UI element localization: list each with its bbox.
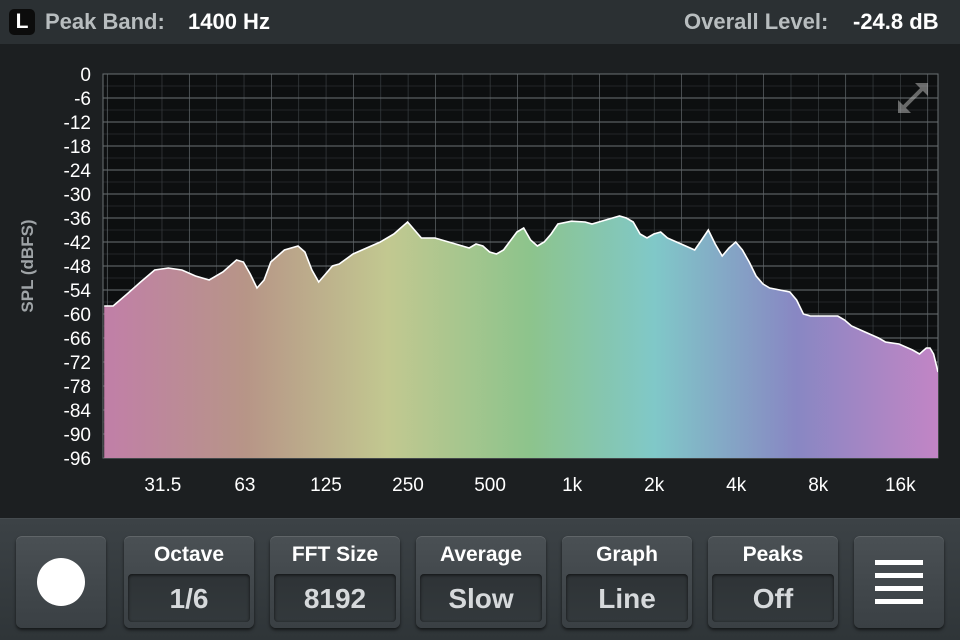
y-tick-label: -6 xyxy=(74,89,91,110)
fft-size-value: 8192 xyxy=(303,583,367,614)
x-tick-label: 8k xyxy=(808,475,829,496)
y-tick-label: -24 xyxy=(64,161,92,182)
y-tick-label: -66 xyxy=(64,329,91,350)
y-tick-label: -30 xyxy=(64,185,91,206)
menu-icon xyxy=(875,560,923,604)
control-bar: Octave 1/6 FFT Size 8192 Average Slow Gr… xyxy=(0,518,960,640)
average-value-box: Slow xyxy=(420,574,542,622)
overall-level-label: Overall Level: xyxy=(684,9,829,34)
average-button[interactable]: Average Slow xyxy=(416,536,546,628)
x-tick-label: 500 xyxy=(474,475,506,496)
octave-value: 1/6 xyxy=(169,583,209,614)
y-tick-label: -60 xyxy=(64,305,91,326)
y-axis-ticks: 0 -6 -12 -18 -24 -30 -36 -42 -48 -54 -60 -66 -72 -78 -… xyxy=(64,65,92,470)
peak-band-value: 1400 Hz xyxy=(188,9,270,34)
menu-button[interactable] xyxy=(854,536,944,628)
y-tick-label: -72 xyxy=(64,353,91,374)
x-tick-label: 125 xyxy=(310,475,342,496)
graph-button[interactable]: Graph Line xyxy=(562,536,692,628)
octave-button[interactable]: Octave 1/6 xyxy=(124,536,254,628)
graph-value-box: Line xyxy=(566,574,688,622)
peaks-label: Peaks xyxy=(742,543,804,566)
x-tick-label: 31.5 xyxy=(144,475,181,496)
y-tick-label: -96 xyxy=(64,449,91,470)
y-tick-label: -48 xyxy=(64,257,91,278)
peaks-value: Off xyxy=(752,583,794,614)
y-tick-label: -54 xyxy=(64,281,92,302)
overall-level-value: -24.8 dB xyxy=(853,9,939,34)
x-tick-label: 4k xyxy=(726,475,747,496)
y-tick-label: -42 xyxy=(64,233,91,254)
x-tick-label: 1k xyxy=(562,475,583,496)
y-axis-label: SPL (dBFS) xyxy=(18,219,37,312)
y-tick-label: -12 xyxy=(64,113,91,134)
header-bar: L Peak Band: 1400 Hz Overall Level: -24.… xyxy=(0,0,960,44)
graph-value: Line xyxy=(598,583,656,614)
x-tick-label: 16k xyxy=(885,475,916,496)
y-tick-label: 0 xyxy=(80,65,91,86)
fft-size-label: FFT Size xyxy=(291,543,379,566)
fft-size-button[interactable]: FFT Size 8192 xyxy=(270,536,400,628)
spectrum-panel[interactable]: 0 -6 -12 -18 -24 -30 -36 -42 -48 -54 -60 -66 -72 -78 -… xyxy=(0,44,960,518)
peaks-button[interactable]: Peaks Off xyxy=(708,536,838,628)
octave-value-box: 1/6 xyxy=(128,574,250,622)
record-icon xyxy=(37,558,85,606)
peaks-value-box: Off xyxy=(712,574,834,622)
y-tick-label: -18 xyxy=(64,137,91,158)
graph-label: Graph xyxy=(596,543,658,566)
y-tick-label: -36 xyxy=(64,209,91,230)
spectrum-chart[interactable]: 0 -6 -12 -18 -24 -30 -36 -42 -48 -54 -60 -66 -72 -78 -… xyxy=(0,44,960,518)
x-axis-ticks: 31.5 63 125 250 500 1k 2k 4k 8k 16k xyxy=(144,475,916,496)
fft-size-value-box: 8192 xyxy=(274,574,396,622)
y-tick-label: -84 xyxy=(64,401,92,422)
average-value: Slow xyxy=(448,583,514,614)
average-label: Average xyxy=(439,543,523,566)
x-tick-label: 250 xyxy=(392,475,424,496)
octave-label: Octave xyxy=(153,543,225,566)
y-tick-label: -90 xyxy=(64,425,91,446)
x-tick-label: 2k xyxy=(644,475,665,496)
channel-indicator[interactable]: L xyxy=(9,9,35,35)
y-tick-label: -78 xyxy=(64,377,91,398)
x-tick-label: 63 xyxy=(234,475,255,496)
peak-band-label: Peak Band: xyxy=(45,9,165,34)
record-button[interactable] xyxy=(16,536,106,628)
